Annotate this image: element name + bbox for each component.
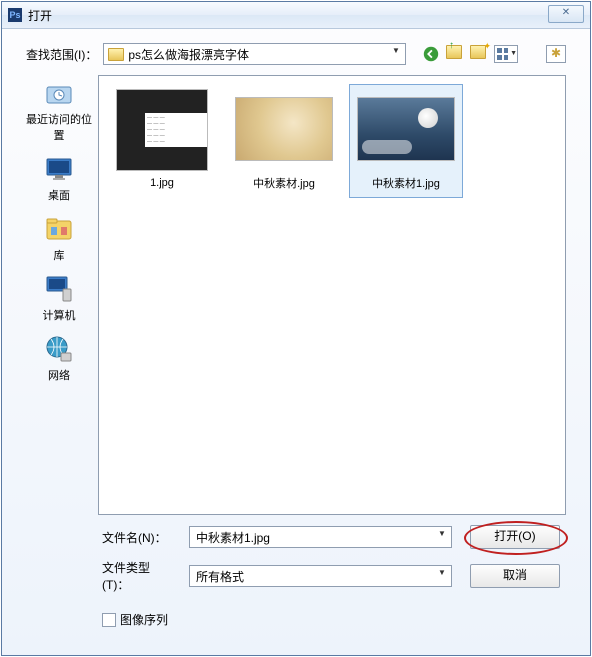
open-file-dialog: Ps 打开 ✕ 查找范围(I)： ps怎么做海报漂亮字体 ▼ ↑ ✦ ▼ ✱ — [1, 1, 591, 656]
file-name: 1.jpg — [150, 177, 174, 189]
back-button[interactable] — [422, 45, 440, 63]
place-label: 库 — [54, 247, 65, 263]
file-item-selected[interactable]: 中秋素材1.jpg — [349, 84, 463, 198]
look-in-row: 查找范围(I)： ps怎么做海报漂亮字体 ▼ ↑ ✦ ▼ ✱ — [2, 29, 590, 71]
place-label: 计算机 — [43, 307, 76, 323]
chevron-down-icon: ▼ — [435, 568, 449, 584]
file-item[interactable]: — — —— — —— — —— — —— — — 1.jpg — [105, 84, 219, 196]
dialog-body: 最近访问的位置 桌面 库 计算机 — [2, 71, 590, 515]
image-sequence-checkbox[interactable] — [102, 613, 116, 627]
desktop-icon — [43, 153, 75, 185]
look-in-label: 查找范围(I)： — [26, 46, 97, 63]
place-network[interactable]: 网络 — [21, 333, 97, 383]
close-button[interactable]: ✕ — [548, 5, 584, 23]
up-one-level-button[interactable]: ↑ — [446, 45, 464, 63]
dialog-title: 打开 — [28, 7, 52, 24]
libraries-icon — [43, 213, 75, 245]
look-in-value: ps怎么做海报漂亮字体 — [128, 46, 249, 63]
recent-icon — [43, 77, 75, 109]
chevron-down-icon: ▼ — [389, 46, 403, 62]
file-type-label: 文件类型(T)： — [102, 559, 171, 593]
new-folder-button[interactable]: ✦ — [470, 45, 488, 63]
file-type-combo[interactable]: 所有格式 ▼ — [189, 565, 452, 587]
file-thumbnail — [357, 97, 455, 161]
file-name-value: 中秋素材1.jpg — [196, 529, 270, 546]
image-sequence-label: 图像序列 — [120, 611, 168, 628]
computer-icon — [43, 273, 75, 305]
file-item[interactable]: 中秋素材.jpg — [227, 84, 341, 198]
file-name: 中秋素材.jpg — [253, 175, 315, 191]
file-list[interactable]: — — —— — —— — —— — —— — — 1.jpg 中秋素材.jpg… — [98, 75, 566, 515]
place-libraries[interactable]: 库 — [21, 213, 97, 263]
place-computer[interactable]: 计算机 — [21, 273, 97, 323]
bottom-panel: 文件名(N)： 中秋素材1.jpg ▼ 打开(O) 文件类型(T)： 所有格式 … — [2, 515, 590, 638]
view-menu-button[interactable]: ▼ — [494, 45, 518, 63]
place-label: 最近访问的位置 — [21, 111, 97, 143]
place-label: 网络 — [48, 367, 70, 383]
place-desktop[interactable]: 桌面 — [21, 153, 97, 203]
nav-toolbar: ↑ ✦ ▼ — [422, 45, 518, 63]
place-label: 桌面 — [48, 187, 70, 203]
places-bar: 最近访问的位置 桌面 库 计算机 — [20, 75, 98, 515]
favorites-button[interactable]: ✱ — [546, 45, 566, 63]
file-type-row: 文件类型(T)： 所有格式 ▼ 取消 — [102, 559, 560, 593]
place-recent[interactable]: 最近访问的位置 — [21, 77, 97, 143]
file-name: 中秋素材1.jpg — [372, 175, 440, 191]
file-name-label: 文件名(N)： — [102, 529, 171, 546]
photoshop-app-icon: Ps — [8, 8, 22, 22]
file-thumbnail: — — —— — —— — —— — —— — — — [116, 89, 208, 171]
cancel-button[interactable]: 取消 — [470, 564, 560, 588]
file-type-value: 所有格式 — [196, 568, 244, 585]
open-button[interactable]: 打开(O) — [470, 525, 560, 549]
file-thumbnail — [235, 97, 333, 161]
file-name-combo[interactable]: 中秋素材1.jpg ▼ — [189, 526, 452, 548]
network-icon — [43, 333, 75, 365]
file-name-row: 文件名(N)： 中秋素材1.jpg ▼ 打开(O) — [102, 525, 560, 549]
image-sequence-row: 图像序列 — [102, 611, 560, 628]
folder-icon — [108, 48, 124, 61]
chevron-down-icon: ▼ — [435, 529, 449, 545]
titlebar: Ps 打开 ✕ — [2, 2, 590, 29]
look-in-combo[interactable]: ps怎么做海报漂亮字体 ▼ — [103, 43, 406, 65]
